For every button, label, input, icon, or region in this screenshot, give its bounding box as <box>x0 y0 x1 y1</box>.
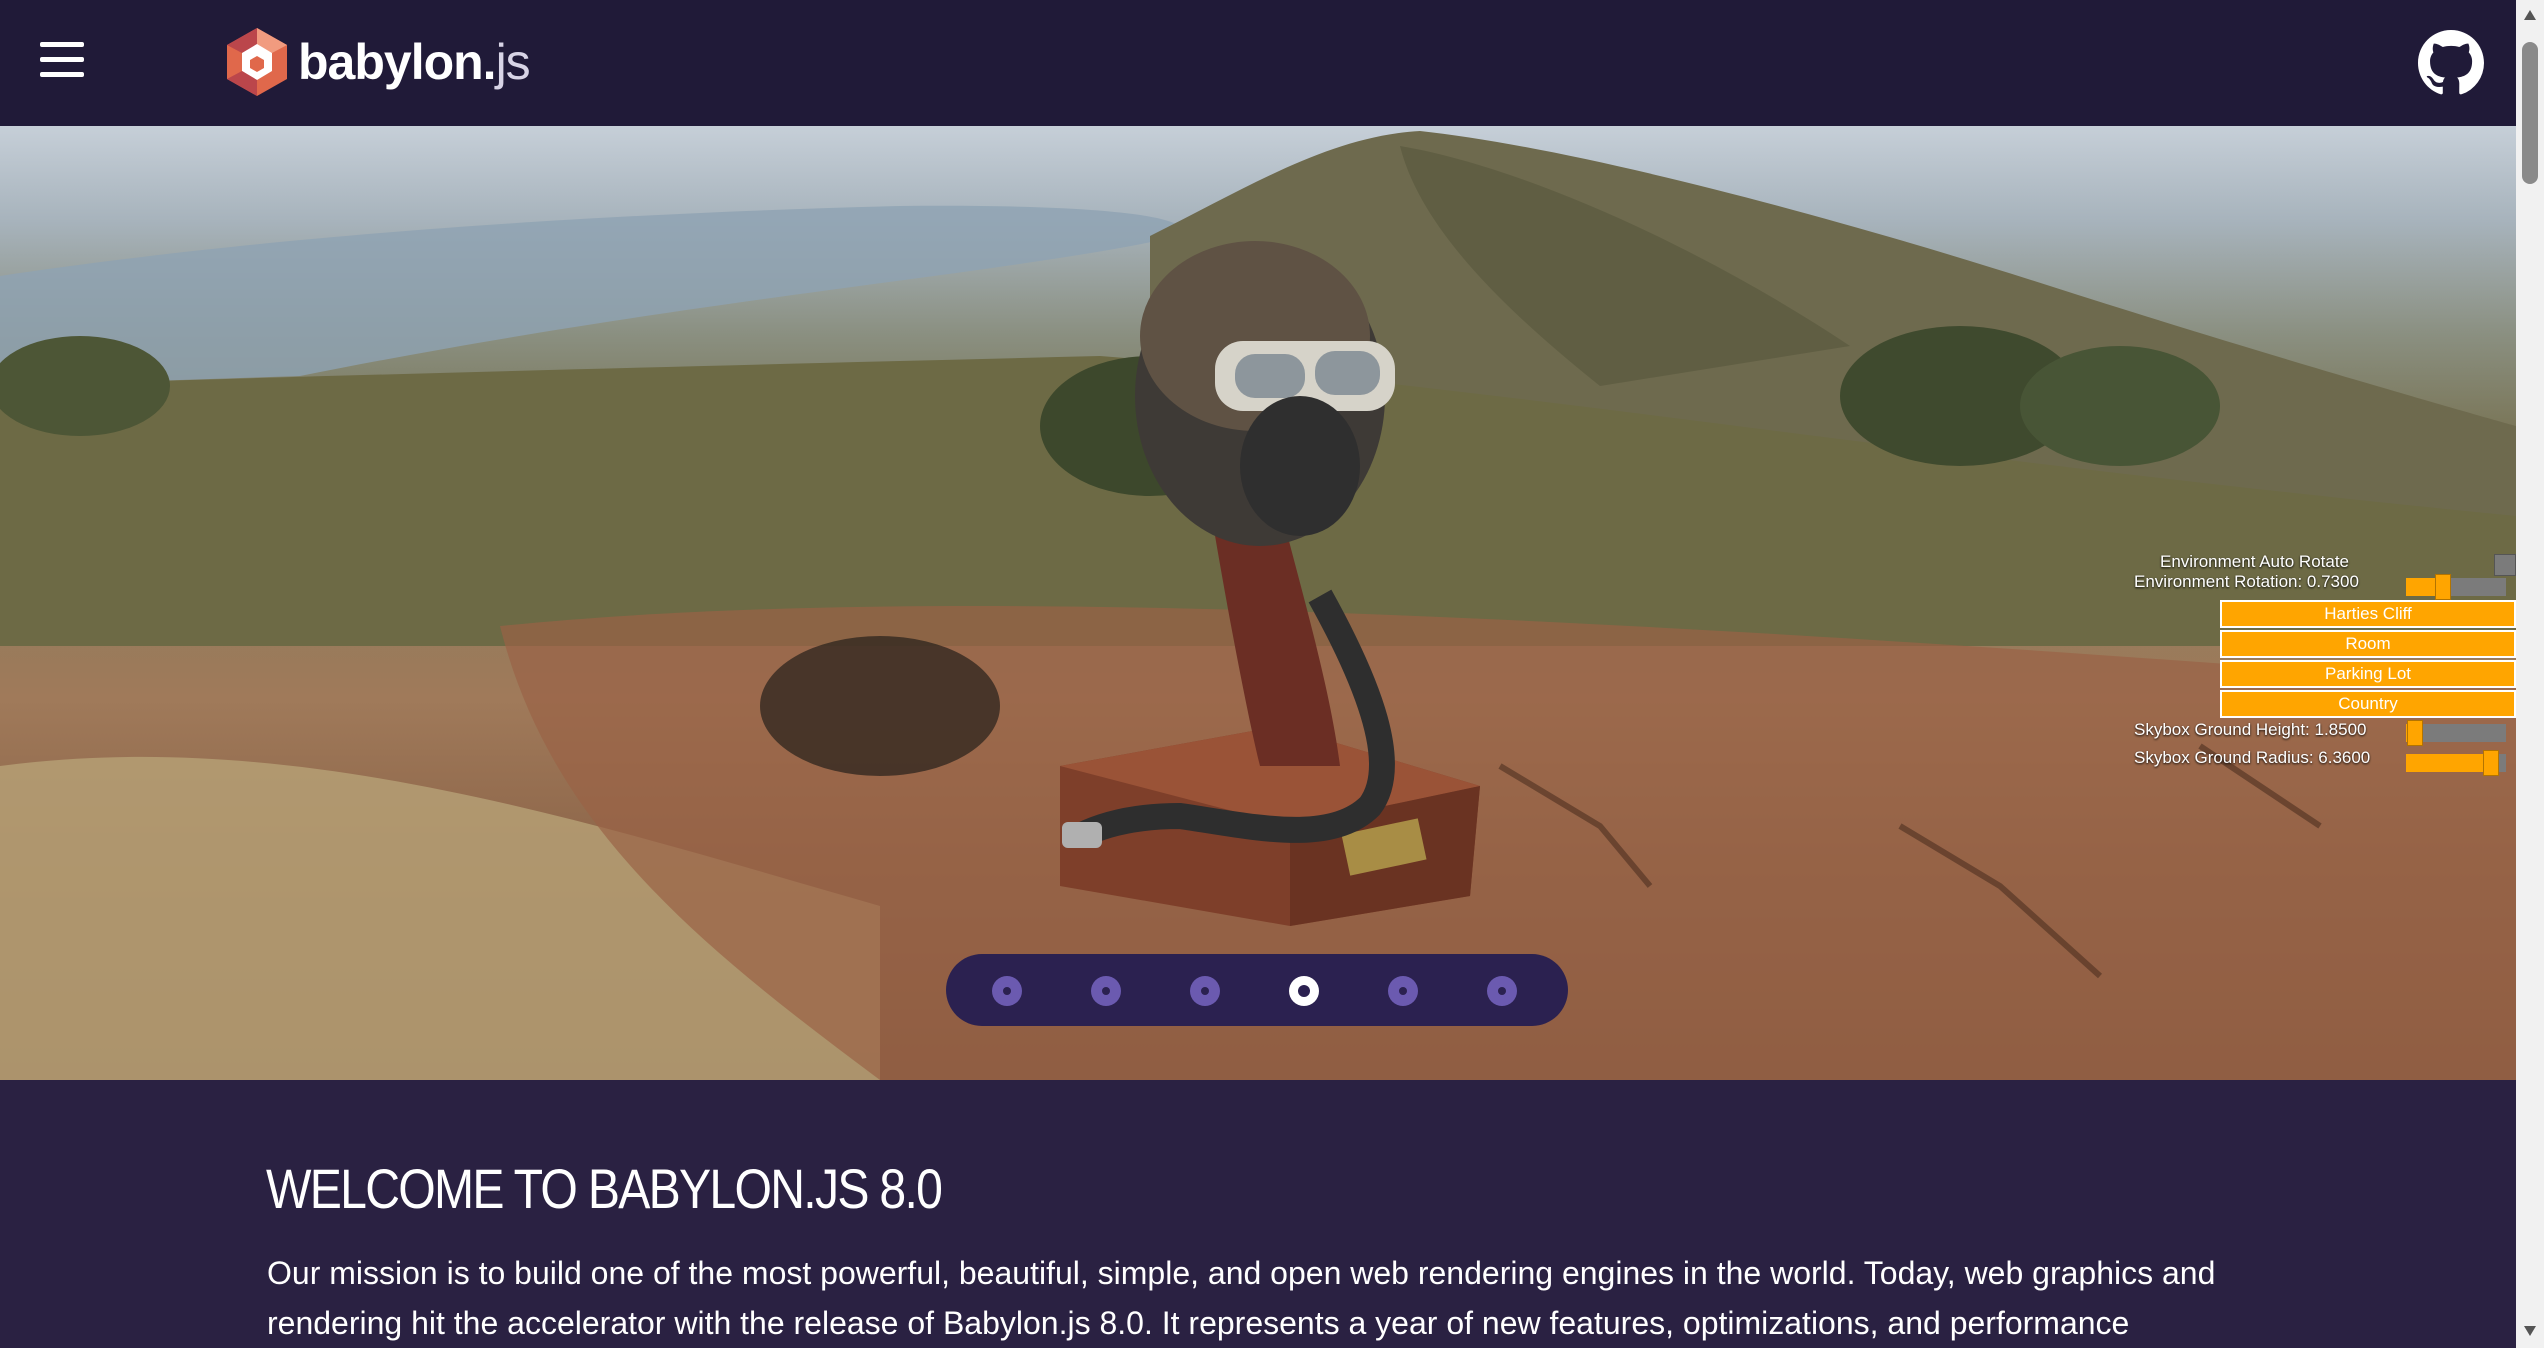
slider-thumb[interactable] <box>2434 574 2451 600</box>
skybox-ground-radius-label: Skybox Ground Radius: 6.3600 <box>2134 748 2371 767</box>
carousel-dot-5[interactable] <box>1388 976 1418 1006</box>
brand-name: babylon. <box>298 34 497 90</box>
brand-suffix: js <box>495 34 531 90</box>
hero-3d-canvas[interactable]: Environment Auto Rotate Environment Rota… <box>0 126 2516 1080</box>
skybox-ground-radius-slider[interactable] <box>2406 750 2506 776</box>
environment-auto-rotate-label: Environment Auto Rotate <box>2160 552 2350 571</box>
slider-thumb[interactable] <box>2407 720 2424 746</box>
carousel-dot-6[interactable] <box>1487 976 1517 1006</box>
page-title: WELCOME TO BABYLON.JS 8.0 <box>266 1157 943 1220</box>
slider-fill <box>2406 754 2491 772</box>
environment-rotation-slider[interactable] <box>2406 574 2506 600</box>
environment-rotation-label: Environment Rotation: 0.7300 <box>2134 572 2359 591</box>
slider-thumb[interactable] <box>2482 750 2499 776</box>
scroll-up-arrow-icon[interactable] <box>2524 10 2536 20</box>
environment-settings-panel: Environment Auto Rotate Environment Rota… <box>2134 552 2516 782</box>
github-icon[interactable] <box>2418 30 2484 96</box>
carousel-pagination <box>946 954 1568 1026</box>
carousel-dot-2[interactable] <box>1091 976 1121 1006</box>
main-content: WELCOME TO BABYLON.JS 8.0 Our mission is… <box>0 1080 2516 1348</box>
babylon-hex-logo-icon <box>227 28 287 96</box>
carousel-dot-4[interactable] <box>1289 976 1319 1006</box>
env-button-room[interactable]: Room <box>2220 630 2516 658</box>
top-nav-bar: babylon.js <box>0 0 2516 126</box>
scrollbar-thumb[interactable] <box>2522 42 2538 184</box>
carousel-dot-3[interactable] <box>1190 976 1220 1006</box>
page-scrollbar[interactable] <box>2516 0 2544 1348</box>
brand-home-link[interactable]: babylon.js <box>224 26 531 98</box>
env-button-harties-cliff[interactable]: Harties Cliff <box>2220 600 2516 628</box>
carousel-dot-1[interactable] <box>992 976 1022 1006</box>
env-button-parking-lot[interactable]: Parking Lot <box>2220 660 2516 688</box>
skybox-ground-height-slider[interactable] <box>2406 720 2506 746</box>
environment-auto-rotate-checkbox[interactable] <box>2494 554 2516 576</box>
env-button-country[interactable]: Country <box>2220 690 2516 718</box>
intro-paragraph: Our mission is to build one of the most … <box>267 1255 2216 1341</box>
scroll-down-arrow-icon[interactable] <box>2524 1326 2536 1336</box>
brand-wordmark: babylon.js <box>298 33 531 91</box>
hamburger-menu-icon[interactable] <box>40 42 84 78</box>
skybox-ground-height-label: Skybox Ground Height: 1.8500 <box>2134 720 2367 739</box>
